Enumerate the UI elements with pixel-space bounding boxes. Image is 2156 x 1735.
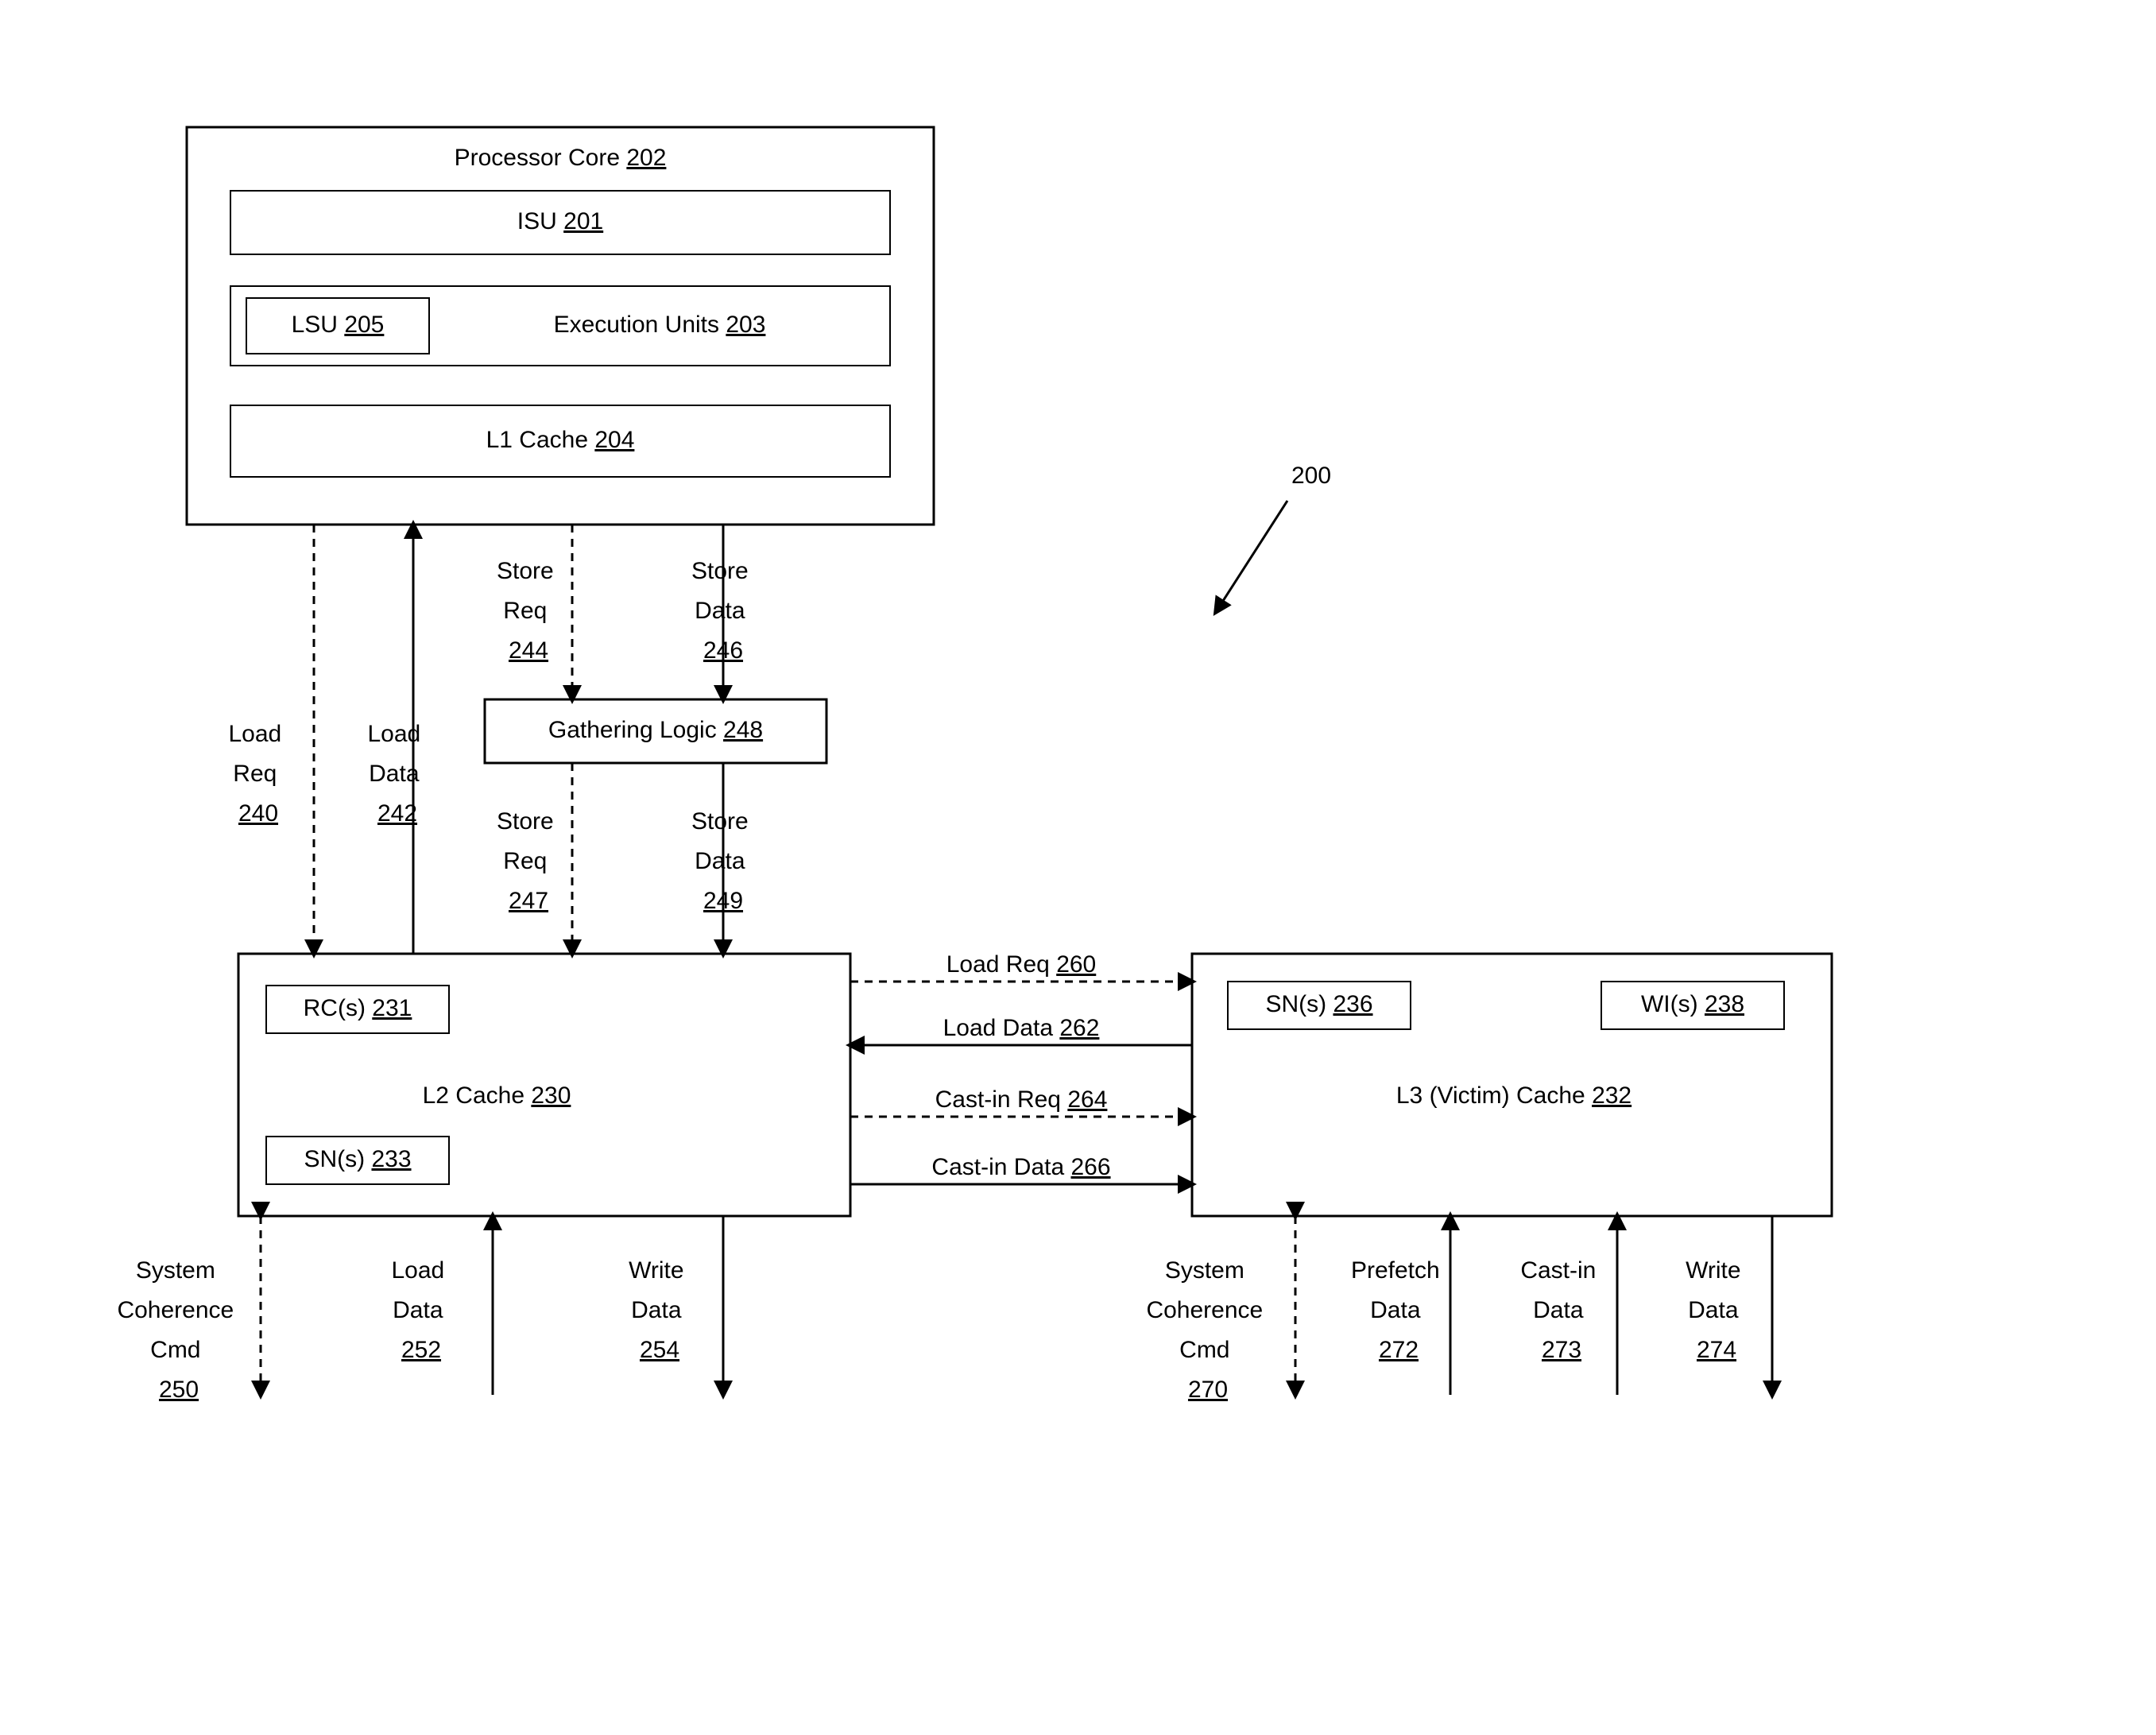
lsu-label: LSU 205 <box>292 312 385 338</box>
write-data-274-label: Write Data 274 <box>1686 1257 1748 1363</box>
gathering-logic-block: Gathering Logic 248 <box>485 699 826 763</box>
processor-core-title: Processor Core 202 <box>455 145 667 171</box>
figure-reference: 200 <box>1216 463 1331 612</box>
l3-cache-title: L3 (Victim) Cache 232 <box>1396 1082 1632 1109</box>
l2-cache-title: L2 Cache 230 <box>423 1082 571 1109</box>
execution-units-label: Execution Units 203 <box>554 312 766 338</box>
prefetch-data-272-label: Prefetch Data 272 <box>1351 1257 1446 1363</box>
sys-cmd-250-label: System Coherence Cmd 250 <box>117 1257 240 1403</box>
l3-wi-label: WI(s) 238 <box>1641 991 1744 1017</box>
l2-rc-label: RC(s) 231 <box>304 995 412 1021</box>
store-data-246-label: Store Data 246 <box>691 558 755 664</box>
load-data-262-label: Load Data 262 <box>943 1015 1100 1041</box>
load-data-242-label: Load Data 242 <box>367 721 427 827</box>
castin-data-273-label: Cast-in Data 273 <box>1520 1257 1602 1363</box>
store-req-247-label: Store Req 247 <box>497 808 560 914</box>
svg-text:200: 200 <box>1291 463 1331 489</box>
castin-req-264-label: Cast-in Req 264 <box>935 1086 1108 1113</box>
load-req-260-label: Load Req 260 <box>946 951 1097 978</box>
castin-data-266-label: Cast-in Data 266 <box>931 1154 1110 1180</box>
sys-cmd-270-label: System Coherence Cmd 270 <box>1146 1257 1269 1403</box>
l3-sn-label: SN(s) 236 <box>1265 991 1372 1017</box>
load-req-240-label: Load Req 240 <box>228 721 288 827</box>
write-data-254-label: Write Data 254 <box>629 1257 691 1363</box>
l1-cache-label: L1 Cache 204 <box>486 427 635 453</box>
l2-sn-label: SN(s) 233 <box>304 1146 411 1172</box>
gathering-logic-label: Gathering Logic 248 <box>548 717 763 743</box>
l3-cache-block: L3 (Victim) Cache 232 SN(s) 236 WI(s) 23… <box>1192 954 1832 1216</box>
processor-core-block: Processor Core 202 ISU 201 LSU 205 Execu… <box>187 127 934 525</box>
store-data-249-label: Store Data 249 <box>691 808 755 914</box>
store-req-244-label: Store Req 244 <box>497 558 560 664</box>
isu-label: ISU 201 <box>517 208 603 234</box>
load-data-252-label: Load Data 252 <box>391 1257 451 1363</box>
l2-cache-block: L2 Cache 230 RC(s) 231 SN(s) 233 <box>238 954 850 1216</box>
